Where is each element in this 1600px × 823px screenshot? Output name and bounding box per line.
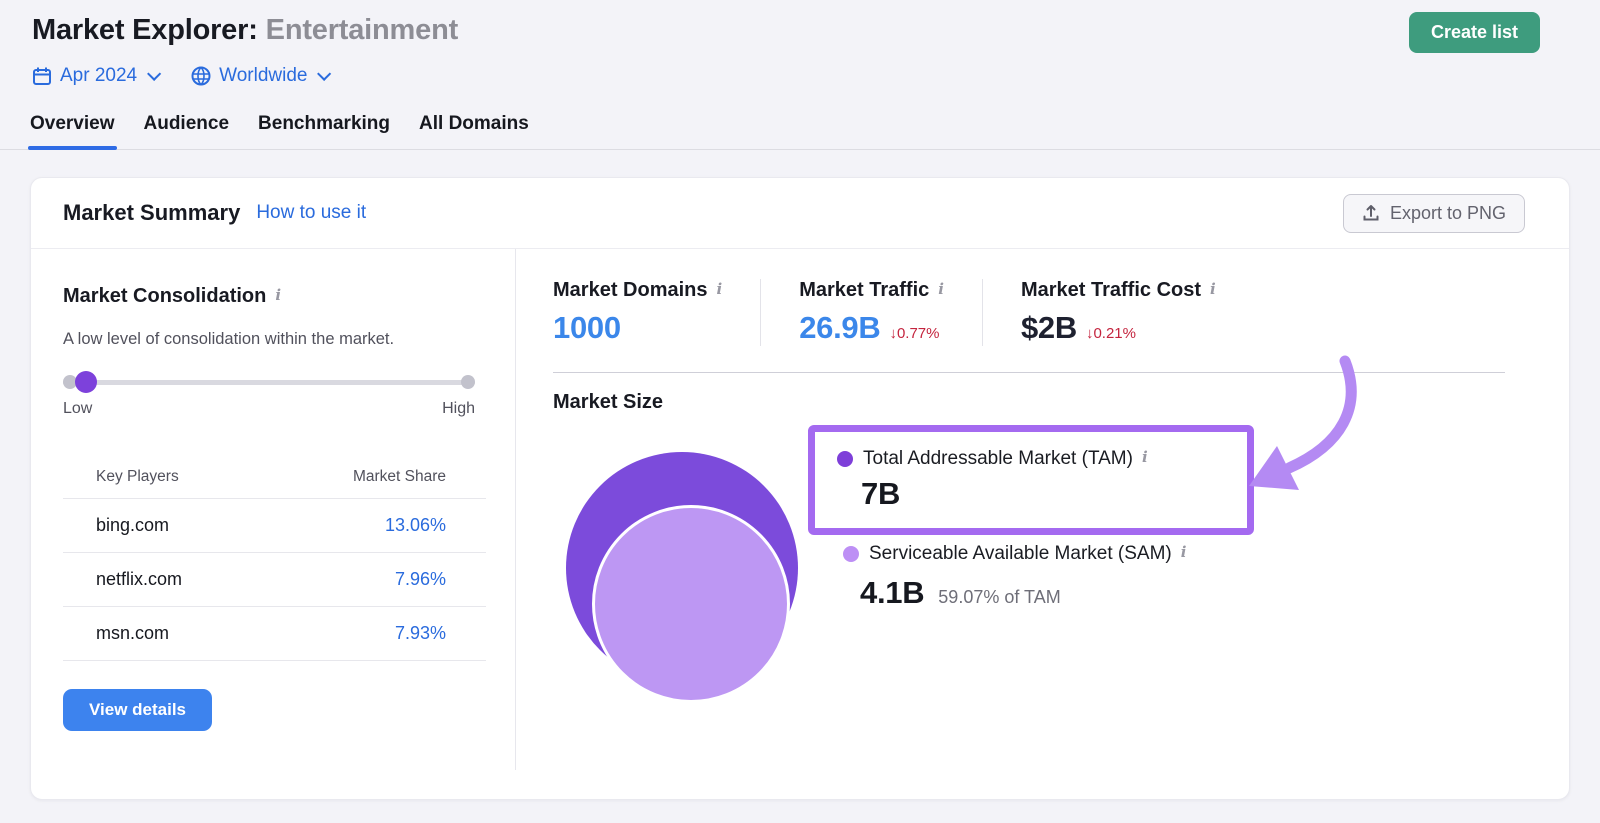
market-size-section: Market Size Total Addressable Market (TA… bbox=[553, 355, 1505, 703]
tab-bar: Overview Audience Benchmarking All Domai… bbox=[0, 107, 1600, 150]
tab-benchmarking[interactable]: Benchmarking bbox=[256, 107, 392, 149]
tam-highlight-box: Total Addressable Market (TAM) i 7B bbox=[808, 425, 1254, 535]
tam-value: 7B bbox=[861, 476, 901, 511]
globe-icon bbox=[191, 66, 211, 86]
domain-cell: netflix.com bbox=[63, 552, 263, 607]
tam-dot-icon bbox=[837, 451, 853, 467]
market-stats-section: Market Domains i 1000 Market Traffic i 26.… bbox=[516, 249, 1569, 800]
info-icon[interactable]: i bbox=[938, 280, 944, 298]
sam-bubble[interactable] bbox=[592, 505, 790, 703]
sam-dot-icon bbox=[843, 546, 859, 562]
stat-label: Market Traffic Cost i bbox=[1021, 279, 1216, 302]
chevron-down-icon bbox=[317, 66, 332, 81]
card-header: Market Summary How to use it Export to P… bbox=[31, 178, 1569, 249]
share-cell[interactable]: 7.93% bbox=[262, 606, 486, 661]
chevron-down-icon bbox=[147, 66, 162, 81]
stat-label-text: Market Traffic bbox=[799, 279, 930, 301]
table-row: bing.com 13.06% bbox=[63, 498, 486, 553]
stat-value: 1000 bbox=[553, 310, 621, 345]
info-icon[interactable]: i bbox=[717, 280, 723, 298]
slider-handle[interactable] bbox=[75, 371, 97, 393]
table-row: netflix.com 7.96% bbox=[63, 552, 486, 607]
stat-change-badge: ↓0.77% bbox=[889, 325, 940, 342]
stat-change-badge: ↓0.21% bbox=[1085, 325, 1136, 342]
consolidation-title-text: Market Consolidation bbox=[63, 285, 267, 307]
calendar-icon bbox=[33, 67, 51, 85]
tab-overview[interactable]: Overview bbox=[28, 107, 117, 150]
region-label: Worldwide bbox=[219, 65, 308, 86]
date-label: Apr 2024 bbox=[60, 65, 138, 86]
view-details-button[interactable]: View details bbox=[63, 689, 213, 731]
tam-legend-row: Total Addressable Market (TAM) i bbox=[815, 432, 1247, 470]
stat-label-text: Market Domains bbox=[553, 279, 708, 301]
consolidation-description: A low level of consolidation within the … bbox=[63, 330, 395, 348]
market-size-title: Market Size bbox=[553, 391, 664, 413]
page-title-prefix: Market Explorer: bbox=[32, 14, 258, 46]
stats-row: Market Domains i 1000 Market Traffic i 26.… bbox=[553, 279, 1505, 346]
stat-label: Market Traffic i bbox=[799, 279, 944, 302]
tab-all-domains[interactable]: All Domains bbox=[417, 107, 531, 149]
page-title: Market Explorer: Entertainment bbox=[32, 14, 1540, 47]
sam-legend-block: Serviceable Available Market (SAM) i 4.1… bbox=[843, 543, 1186, 611]
slider-low-label: Low bbox=[63, 400, 93, 417]
slider-track[interactable] bbox=[63, 380, 475, 385]
domain-cell: bing.com bbox=[63, 498, 263, 553]
date-selector[interactable]: Apr 2024 bbox=[32, 65, 162, 87]
export-upload-icon bbox=[1363, 205, 1379, 221]
info-icon[interactable]: i bbox=[1210, 280, 1216, 298]
slider-right-cap bbox=[461, 375, 475, 389]
page-title-market: Entertainment bbox=[265, 14, 459, 46]
stat-value: $2B bbox=[1020, 310, 1077, 345]
sam-value-row: 4.1B 59.07% of TAM bbox=[860, 575, 1186, 611]
region-selector[interactable]: Worldwide bbox=[191, 65, 332, 87]
info-icon[interactable]: i bbox=[275, 286, 281, 304]
sam-value: 4.1B bbox=[860, 575, 925, 610]
filters-bar: Apr 2024 Worldwide bbox=[32, 65, 1540, 87]
key-players-table: Key Players Market Share bing.com 13.06%… bbox=[63, 458, 486, 661]
sam-share-of-tam: 59.07% of TAM bbox=[938, 587, 1061, 607]
info-icon[interactable]: i bbox=[1142, 448, 1148, 466]
stat-label-text: Market Traffic Cost bbox=[1020, 279, 1202, 301]
domain-cell: msn.com bbox=[63, 606, 263, 661]
annotation-arrow-icon bbox=[1249, 355, 1357, 490]
column-header-key-players: Key Players bbox=[63, 458, 263, 499]
stat-market-domains: Market Domains i 1000 bbox=[553, 279, 760, 346]
stat-market-traffic: Market Traffic i 26.9B ↓0.77% bbox=[760, 279, 982, 346]
how-to-use-link[interactable]: How to use it bbox=[256, 202, 366, 224]
slider-high-label: High bbox=[442, 400, 475, 417]
column-header-market-share: Market Share bbox=[262, 458, 486, 499]
card-title: Market Summary bbox=[63, 200, 241, 225]
slider-labels: Low High bbox=[63, 400, 475, 418]
market-summary-card: Market Summary How to use it Export to P… bbox=[30, 177, 1570, 800]
stat-value: 26.9B bbox=[799, 310, 881, 345]
market-consolidation-section: Market Consolidation i A low level of con… bbox=[31, 249, 516, 770]
share-cell[interactable]: 13.06% bbox=[262, 498, 486, 553]
consolidation-title: Market Consolidation i bbox=[63, 285, 485, 308]
export-label: Export to PNG bbox=[1389, 202, 1506, 223]
create-list-button[interactable]: Create list bbox=[1408, 12, 1540, 53]
tam-label: Total Addressable Market (TAM) bbox=[863, 448, 1133, 469]
info-icon[interactable]: i bbox=[1181, 543, 1187, 561]
share-cell[interactable]: 7.96% bbox=[262, 552, 486, 607]
sam-label: Serviceable Available Market (SAM) bbox=[869, 543, 1172, 564]
card-body: Market Consolidation i A low level of con… bbox=[31, 249, 1569, 800]
tab-audience[interactable]: Audience bbox=[142, 107, 232, 149]
consolidation-slider[interactable] bbox=[63, 371, 475, 393]
table-row: msn.com 7.93% bbox=[63, 606, 486, 661]
export-to-png-button[interactable]: Export to PNG bbox=[1342, 193, 1525, 233]
page-header: Market Explorer: Entertainment Create lis… bbox=[0, 0, 1600, 150]
sam-legend-row: Serviceable Available Market (SAM) i bbox=[843, 543, 1186, 565]
table-header-row: Key Players Market Share bbox=[63, 458, 486, 499]
stat-label: Market Domains i bbox=[553, 279, 722, 302]
stat-market-traffic-cost: Market Traffic Cost i $2B ↓0.21% bbox=[981, 279, 1254, 346]
